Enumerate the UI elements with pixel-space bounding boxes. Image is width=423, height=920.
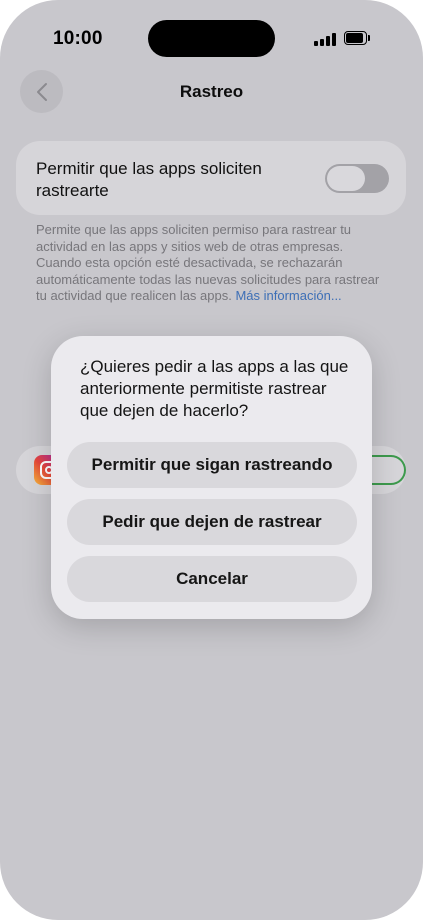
signal-icon xyxy=(314,33,336,46)
navigation-bar: Rastreo xyxy=(0,68,423,114)
battery-icon xyxy=(344,31,370,45)
cancel-button[interactable]: Cancelar xyxy=(67,556,357,602)
app-tracking-toggle[interactable] xyxy=(366,455,406,485)
alert-message: ¿Quieres pedir a las apps a las que ante… xyxy=(80,357,349,420)
tracking-setting-label: Permitir que las apps soliciten rastrear… xyxy=(36,159,262,200)
allow-tracking-button[interactable]: Permitir que sigan rastreando xyxy=(67,442,357,488)
ask-stop-tracking-button[interactable]: Pedir que dejen de rastrear xyxy=(67,499,357,545)
toggle-knob xyxy=(327,166,365,191)
phone-screen: 10:00 Rastreo Permitir que las apps soli… xyxy=(0,0,423,920)
tracking-toggle[interactable] xyxy=(325,164,389,193)
dynamic-island xyxy=(148,20,275,57)
page-title: Rastreo xyxy=(179,82,244,101)
alert-dialog: ¿Quieres pedir a las apps a las que ante… xyxy=(51,336,372,619)
tracking-setting-row: Permitir que las apps soliciten rastrear… xyxy=(16,141,406,215)
tracking-footnote: Permite que las apps soliciten permiso p… xyxy=(36,222,388,305)
more-info-link[interactable]: Más información... xyxy=(235,288,341,303)
status-bar: 10:00 xyxy=(0,0,423,70)
status-time: 10:00 xyxy=(53,28,103,49)
